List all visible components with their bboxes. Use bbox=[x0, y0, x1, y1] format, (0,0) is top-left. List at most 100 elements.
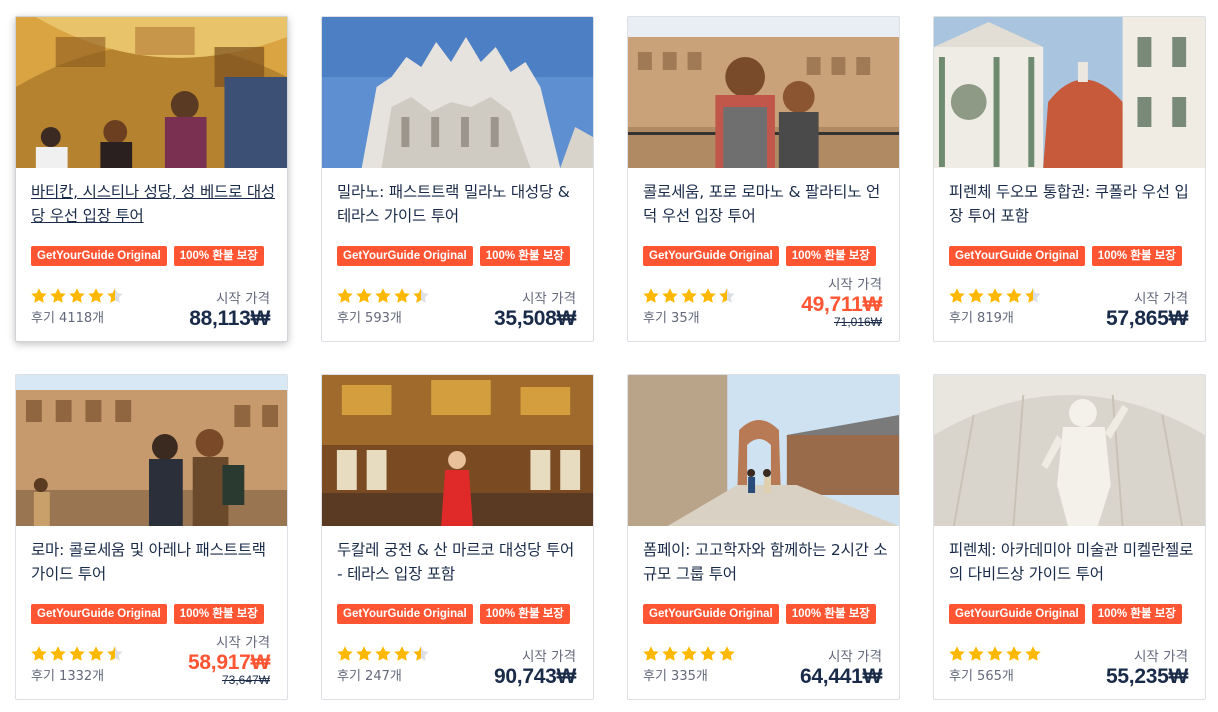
activity-thumbnail[interactable] bbox=[934, 375, 1205, 526]
star-icon bbox=[393, 287, 411, 305]
review-count: 후기 35개 bbox=[643, 311, 700, 326]
price-block: 시작 가격 58,917₩ 73,647₩ bbox=[188, 631, 270, 687]
price-from-label: 시작 가격 bbox=[522, 649, 576, 665]
activity-thumbnail[interactable] bbox=[322, 375, 593, 526]
star-icon bbox=[412, 287, 430, 305]
price: 35,508₩ bbox=[494, 307, 576, 330]
price-from-label: 시작 가격 bbox=[522, 291, 576, 307]
price: 88,113₩ bbox=[189, 307, 270, 330]
review-count: 후기 335개 bbox=[643, 669, 708, 684]
star-icon bbox=[412, 645, 430, 663]
star-icon bbox=[642, 287, 660, 305]
activity-card[interactable]: 피렌체 두오모 통합권: 쿠폴라 우선 입장 투어 포함 GetYourGuid… bbox=[933, 16, 1206, 342]
activity-title[interactable]: 피렌체 두오모 통합권: 쿠폴라 우선 입장 투어 포함 bbox=[949, 180, 1194, 228]
rating-stars bbox=[30, 287, 124, 305]
star-icon bbox=[393, 645, 411, 663]
refund-badge: 100% 환불 보장 bbox=[785, 246, 876, 266]
star-icon bbox=[355, 645, 373, 663]
refund-badge: 100% 환불 보장 bbox=[479, 604, 570, 624]
badge-row: GetYourGuide Original 100% 환불 보장 bbox=[949, 604, 1182, 624]
star-icon bbox=[106, 287, 124, 305]
activity-thumbnail[interactable] bbox=[934, 17, 1205, 168]
activity-card[interactable]: 바티칸, 시스티나 성당, 성 베드로 대성당 우선 입장 투어 GetYour… bbox=[15, 16, 288, 342]
badge-row: GetYourGuide Original 100% 환불 보장 bbox=[643, 246, 876, 266]
star-icon bbox=[68, 287, 86, 305]
activity-title[interactable]: 폼페이: 고고학자와 함께하는 2시간 소규모 그룹 투어 bbox=[643, 538, 888, 586]
activity-photo bbox=[934, 375, 1205, 526]
activity-title[interactable]: 로마: 콜로세움 및 아레나 패스트트랙 가이드 투어 bbox=[31, 538, 276, 586]
refund-badge: 100% 환불 보장 bbox=[1091, 246, 1182, 266]
star-icon bbox=[699, 287, 717, 305]
star-icon bbox=[948, 645, 966, 663]
star-icon bbox=[718, 287, 736, 305]
price-block: 시작 가격 57,865₩ bbox=[1106, 287, 1188, 331]
price: 55,235₩ bbox=[1106, 665, 1188, 688]
price-block: 시작 가격 88,113₩ bbox=[189, 287, 270, 331]
activity-photo bbox=[628, 375, 899, 526]
price: 49,711₩ bbox=[801, 293, 882, 316]
original-badge: GetYourGuide Original bbox=[949, 246, 1085, 266]
price: 58,917₩ bbox=[188, 651, 270, 674]
badge-row: GetYourGuide Original 100% 환불 보장 bbox=[31, 246, 264, 266]
star-icon bbox=[661, 287, 679, 305]
activity-title[interactable]: 콜로세움, 포로 로마노 & 팔라티노 언덕 우선 입장 투어 bbox=[643, 180, 888, 228]
star-icon bbox=[68, 645, 86, 663]
activity-thumbnail[interactable] bbox=[16, 17, 287, 168]
price-from-label: 시작 가격 bbox=[1134, 649, 1188, 665]
refund-badge: 100% 환불 보장 bbox=[785, 604, 876, 624]
price-from-label: 시작 가격 bbox=[828, 649, 882, 665]
activity-card[interactable]: 콜로세움, 포로 로마노 & 팔라티노 언덕 우선 입장 투어 GetYourG… bbox=[627, 16, 900, 342]
star-icon bbox=[661, 645, 679, 663]
activity-card-grid: 바티칸, 시스티나 성당, 성 베드로 대성당 우선 입장 투어 GetYour… bbox=[0, 0, 1218, 712]
activity-card[interactable]: 두칼레 궁전 & 산 마르코 대성당 투어 - 테라스 입장 포함 GetYou… bbox=[321, 374, 594, 700]
star-icon bbox=[699, 645, 717, 663]
star-icon bbox=[986, 287, 1004, 305]
star-icon bbox=[1005, 645, 1023, 663]
activity-title[interactable]: 밀라노: 패스트트랙 밀라노 대성당 & 테라스 가이드 투어 bbox=[337, 180, 582, 228]
activity-card[interactable]: 피렌체: 아카데미아 미술관 미켈란젤로의 다비드상 가이드 투어 GetYou… bbox=[933, 374, 1206, 700]
original-price: 73,647₩ bbox=[221, 673, 270, 687]
star-icon bbox=[336, 287, 354, 305]
star-icon bbox=[680, 287, 698, 305]
activity-thumbnail[interactable] bbox=[628, 375, 899, 526]
activity-thumbnail[interactable] bbox=[322, 17, 593, 168]
activity-title[interactable]: 바티칸, 시스티나 성당, 성 베드로 대성당 우선 입장 투어 bbox=[31, 180, 276, 228]
star-icon bbox=[642, 645, 660, 663]
activity-card[interactable]: 폼페이: 고고학자와 함께하는 2시간 소규모 그룹 투어 GetYourGui… bbox=[627, 374, 900, 700]
price-block: 시작 가격 64,441₩ bbox=[800, 645, 882, 689]
review-count: 후기 819개 bbox=[949, 311, 1014, 326]
star-icon bbox=[374, 287, 392, 305]
original-badge: GetYourGuide Original bbox=[31, 246, 167, 266]
review-count: 후기 4118개 bbox=[31, 311, 105, 326]
activity-card[interactable]: 밀라노: 패스트트랙 밀라노 대성당 & 테라스 가이드 투어 GetYourG… bbox=[321, 16, 594, 342]
original-badge: GetYourGuide Original bbox=[643, 246, 779, 266]
activity-photo bbox=[16, 375, 287, 526]
price-from-label: 시작 가격 bbox=[216, 635, 270, 651]
original-badge: GetYourGuide Original bbox=[949, 604, 1085, 624]
activity-title[interactable]: 피렌체: 아카데미아 미술관 미켈란젤로의 다비드상 가이드 투어 bbox=[949, 538, 1194, 586]
star-icon bbox=[374, 645, 392, 663]
price-block: 시작 가격 90,743₩ bbox=[494, 645, 576, 689]
activity-photo bbox=[322, 17, 593, 168]
activity-thumbnail[interactable] bbox=[628, 17, 899, 168]
price-from-label: 시작 가격 bbox=[1134, 291, 1188, 307]
star-icon bbox=[948, 287, 966, 305]
rating-stars bbox=[336, 645, 430, 663]
rating-stars bbox=[642, 287, 736, 305]
activity-title[interactable]: 두칼레 궁전 & 산 마르코 대성당 투어 - 테라스 입장 포함 bbox=[337, 538, 582, 586]
price-block: 시작 가격 55,235₩ bbox=[1106, 645, 1188, 689]
star-icon bbox=[1005, 287, 1023, 305]
star-icon bbox=[49, 645, 67, 663]
rating-stars bbox=[948, 287, 1042, 305]
price-from-label: 시작 가격 bbox=[216, 291, 270, 307]
price-block: 시작 가격 49,711₩ 71,016₩ bbox=[801, 273, 882, 329]
refund-badge: 100% 환불 보장 bbox=[479, 246, 570, 266]
review-count: 후기 593개 bbox=[337, 311, 402, 326]
star-icon bbox=[967, 645, 985, 663]
activity-card[interactable]: 로마: 콜로세움 및 아레나 패스트트랙 가이드 투어 GetYourGuide… bbox=[15, 374, 288, 700]
activity-thumbnail[interactable] bbox=[16, 375, 287, 526]
activity-photo bbox=[934, 17, 1205, 168]
rating-stars bbox=[336, 287, 430, 305]
star-icon bbox=[49, 287, 67, 305]
star-icon bbox=[680, 645, 698, 663]
